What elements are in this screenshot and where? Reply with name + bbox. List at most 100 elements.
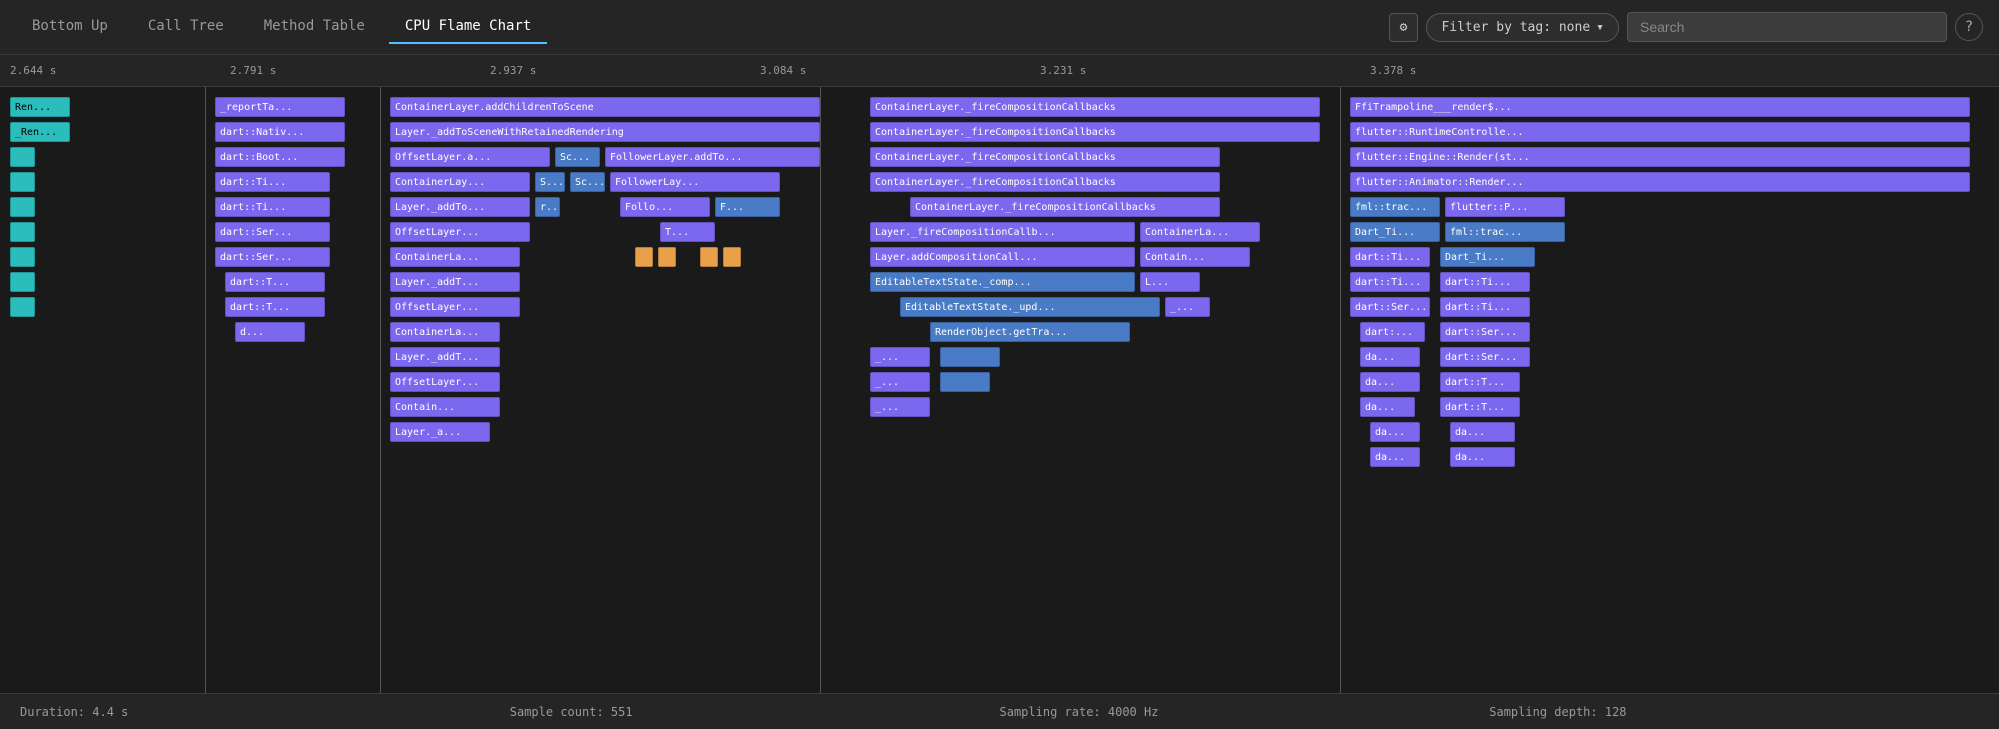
tab-call-tree[interactable]: Call Tree xyxy=(132,10,240,44)
flame-bar[interactable] xyxy=(700,247,718,267)
flame-bar[interactable]: Layer._a... xyxy=(390,422,490,442)
flame-bar[interactable]: _reportTa... xyxy=(215,97,345,117)
tab-method-table[interactable]: Method Table xyxy=(248,10,381,44)
flame-bar[interactable]: Layer._addT... xyxy=(390,347,500,367)
flame-bar[interactable]: FfiTrampoline___render$... xyxy=(1350,97,1970,117)
flame-bar[interactable]: Ren... xyxy=(10,97,70,117)
flame-bar[interactable]: FollowerLay... xyxy=(610,172,780,192)
flame-bar[interactable] xyxy=(940,347,1000,367)
flame-bar[interactable]: dart:... xyxy=(1360,322,1425,342)
flame-bar[interactable]: OffsetLayer... xyxy=(390,372,500,392)
flame-bar[interactable]: ContainerLa... xyxy=(390,322,500,342)
flame-bar[interactable]: Layer._addToSceneWithRetainedRendering xyxy=(390,122,820,142)
flame-bar[interactable] xyxy=(10,247,35,267)
flame-bar[interactable]: Contain... xyxy=(390,397,500,417)
flame-bar[interactable]: Sc... xyxy=(555,147,600,167)
flame-bar[interactable]: EditableTextState._comp... xyxy=(870,272,1135,292)
flame-bar[interactable]: dart::T... xyxy=(1440,372,1520,392)
flame-bar[interactable] xyxy=(10,172,35,192)
flame-bar[interactable]: dart::Ser... xyxy=(1440,322,1530,342)
flame-bar[interactable]: flutter::P... xyxy=(1445,197,1565,217)
flame-bar[interactable]: dart::T... xyxy=(1440,397,1520,417)
flame-bar[interactable]: flutter::Engine::Render(st... xyxy=(1350,147,1970,167)
flame-bar[interactable]: ContainerLa... xyxy=(390,247,520,267)
flame-bar[interactable]: dart::Ser... xyxy=(215,247,330,267)
flame-bar[interactable]: S... xyxy=(535,172,565,192)
flame-bar[interactable]: EditableTextState._upd... xyxy=(900,297,1160,317)
flame-bar[interactable]: RenderObject.getTra... xyxy=(930,322,1130,342)
flame-bar[interactable] xyxy=(723,247,741,267)
flame-bar[interactable]: Contain... xyxy=(1140,247,1250,267)
flame-bar[interactable]: ContainerLa... xyxy=(1140,222,1260,242)
flame-bar[interactable]: dart::Ti... xyxy=(215,197,330,217)
flame-bar[interactable]: fml::trac... xyxy=(1350,197,1440,217)
flame-bar[interactable]: ContainerLayer._fireCompositionCallbacks xyxy=(870,147,1220,167)
flame-bar[interactable]: da... xyxy=(1450,422,1515,442)
flame-bar[interactable]: _... xyxy=(870,372,930,392)
flame-bar[interactable]: da... xyxy=(1370,422,1420,442)
flame-bar[interactable]: ContainerLayer.addChildrenToScene xyxy=(390,97,820,117)
flame-bar[interactable]: _... xyxy=(870,347,930,367)
flame-bar[interactable]: ContainerLayer._fireCompositionCallbacks xyxy=(870,122,1320,142)
flame-bar[interactable] xyxy=(10,272,35,292)
flame-bar[interactable]: dart::Nativ... xyxy=(215,122,345,142)
flame-bar[interactable]: ContainerLay... xyxy=(390,172,530,192)
flame-bar[interactable]: da... xyxy=(1360,372,1420,392)
flame-bar[interactable]: _... xyxy=(870,397,930,417)
flame-bar[interactable]: Layer._addTo... xyxy=(390,197,530,217)
flame-bar[interactable]: OffsetLayer... xyxy=(390,222,530,242)
flame-bar[interactable] xyxy=(635,247,653,267)
flame-bar[interactable]: Dart_Ti... xyxy=(1440,247,1535,267)
flame-bar[interactable]: Layer._fireCompositionCallb... xyxy=(870,222,1135,242)
flame-bar[interactable]: da... xyxy=(1370,447,1420,467)
tab-cpu-flame-chart[interactable]: CPU Flame Chart xyxy=(389,10,547,44)
flame-bar[interactable]: da... xyxy=(1360,347,1420,367)
flame-bar[interactable]: Sc... xyxy=(570,172,605,192)
filter-tag-dropdown[interactable]: Filter by tag: none ▾ xyxy=(1426,13,1619,42)
flame-bar[interactable]: ContainerLayer._fireCompositionCallbacks xyxy=(870,97,1320,117)
flame-bar[interactable]: dart::T... xyxy=(225,272,325,292)
flame-bar[interactable] xyxy=(10,297,35,317)
flame-bar[interactable] xyxy=(10,222,35,242)
flame-bar[interactable]: Layer._addT... xyxy=(390,272,520,292)
flame-bar[interactable]: dart::T... xyxy=(225,297,325,317)
flame-bar[interactable]: Dart_Ti... xyxy=(1350,222,1440,242)
flame-bar[interactable]: fml::trac... xyxy=(1445,222,1565,242)
flame-bar[interactable] xyxy=(10,147,35,167)
flame-bar[interactable]: flutter::Animator::Render... xyxy=(1350,172,1970,192)
flame-bar[interactable]: ContainerLayer._fireCompositionCallbacks xyxy=(910,197,1220,217)
flame-bar[interactable]: da... xyxy=(1450,447,1515,467)
flame-bar[interactable]: dart::Ti... xyxy=(215,172,330,192)
flame-bar[interactable]: _Ren... xyxy=(10,122,70,142)
flame-bar[interactable]: dart::Ser... xyxy=(215,222,330,242)
flame-bar[interactable]: d... xyxy=(235,322,305,342)
flame-bar[interactable]: Layer.addCompositionCall... xyxy=(870,247,1135,267)
flame-bar[interactable]: dart::Ti... xyxy=(1440,297,1530,317)
flame-bar[interactable] xyxy=(10,197,35,217)
flame-bar[interactable]: FollowerLayer.addTo... xyxy=(605,147,820,167)
search-box[interactable] xyxy=(1627,12,1947,42)
flame-bar[interactable]: dart::Ser... xyxy=(1440,347,1530,367)
flame-bar[interactable]: OffsetLayer... xyxy=(390,297,520,317)
flame-bar[interactable] xyxy=(940,372,990,392)
flame-bar[interactable]: flutter::RuntimeControlle... xyxy=(1350,122,1970,142)
flame-bar[interactable]: dart::Boot... xyxy=(215,147,345,167)
filter-button[interactable]: ⚙ xyxy=(1389,13,1419,42)
flame-bar[interactable]: r... xyxy=(535,197,560,217)
help-button[interactable]: ? xyxy=(1955,13,1983,41)
flame-bar[interactable]: dart::Ti... xyxy=(1350,247,1430,267)
tab-bottom-up[interactable]: Bottom Up xyxy=(16,10,124,44)
flame-bar[interactable]: Follo... xyxy=(620,197,710,217)
flame-bar[interactable]: ContainerLayer._fireCompositionCallbacks xyxy=(870,172,1220,192)
flame-bar[interactable]: F... xyxy=(715,197,780,217)
flame-bar[interactable]: dart::Ti... xyxy=(1350,272,1430,292)
flame-bar[interactable]: _... xyxy=(1165,297,1210,317)
flame-bar[interactable]: L... xyxy=(1140,272,1200,292)
search-input[interactable] xyxy=(1640,19,1934,35)
flame-bar[interactable]: dart::Ser... xyxy=(1350,297,1430,317)
flame-bar[interactable]: da... xyxy=(1360,397,1415,417)
flame-bar[interactable]: dart::Ti... xyxy=(1440,272,1530,292)
flame-bar[interactable]: T... xyxy=(660,222,715,242)
flame-bar[interactable] xyxy=(658,247,676,267)
flame-bar[interactable]: OffsetLayer.a... xyxy=(390,147,550,167)
